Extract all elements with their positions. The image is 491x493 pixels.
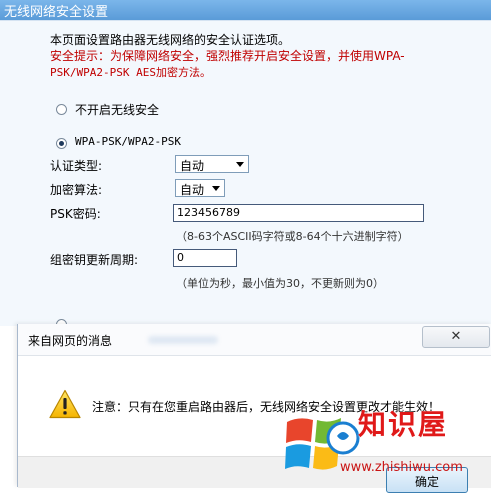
group-key-hint: （单位为秒，最小值为30，不更新则为0） [176, 277, 384, 290]
radio-wpa-psk-label: WPA-PSK/WPA2-PSK [75, 135, 181, 148]
psk-password-value: 123456789 [177, 206, 240, 219]
dialog-titlebar: 来自网页的消息 ✕ [18, 324, 491, 356]
close-icon: ✕ [450, 329, 462, 344]
psk-hint: （8-63个ASCII码字符或8-64个十六进制字符） [176, 230, 409, 243]
auth-type-value: 自动 [180, 159, 205, 173]
encryption-label: 加密算法: [50, 183, 103, 197]
radio-wpa-psk[interactable] [56, 138, 67, 149]
watermark-url: www.zhishiwu.com [340, 460, 463, 475]
chevron-down-icon [236, 162, 244, 167]
blurred-url [148, 336, 218, 344]
settings-panel: 本页面设置路由器无线网络的安全认证选项。 安全提示：为保障网络安全，强烈推荐开启… [0, 20, 491, 330]
encryption-value: 自动 [180, 183, 205, 197]
watermark-name: 知识屋 [358, 408, 449, 441]
encryption-select[interactable]: 自动 [175, 179, 225, 197]
warning-icon [49, 389, 81, 419]
radio-no-security-label: 不开启无线安全 [75, 103, 160, 117]
security-warning-line1: 安全提示：为保障网络安全，强烈推荐开启安全设置，并使用WPA- [50, 49, 405, 63]
radio-no-security[interactable] [56, 104, 67, 115]
psk-password-input[interactable]: 123456789 [173, 204, 424, 222]
auth-type-select[interactable]: 自动 [175, 155, 249, 173]
chevron-down-icon [212, 186, 220, 191]
group-key-label: 组密钥更新周期: [50, 253, 139, 267]
security-warning-line2: PSK/WPA2-PSK AES加密方法。 [50, 66, 211, 79]
close-button[interactable]: ✕ [422, 326, 490, 348]
psk-label: PSK密码: [50, 207, 101, 221]
auth-type-label: 认证类型: [50, 159, 103, 173]
page-header: 无线网络安全设置 [0, 0, 491, 20]
group-key-value: 0 [177, 251, 184, 264]
dialog-title: 来自网页的消息 [28, 334, 113, 348]
page-description: 本页面设置路由器无线网络的安全认证选项。 [50, 33, 291, 47]
group-key-input[interactable]: 0 [173, 249, 237, 267]
page-title: 无线网络安全设置 [4, 5, 109, 20]
ok-button-label: 确定 [414, 475, 439, 489]
